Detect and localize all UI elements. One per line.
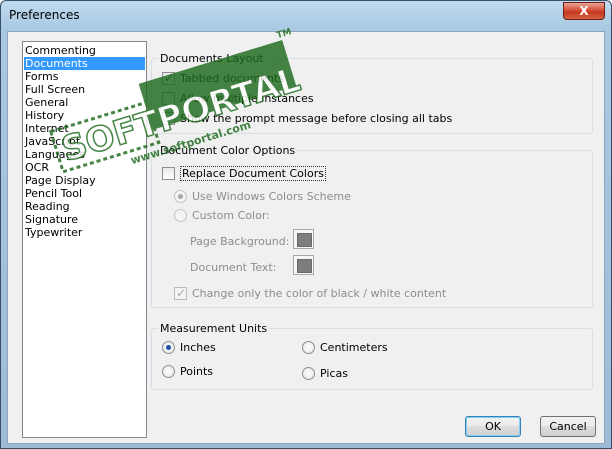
- color-options-title: Document Color Options: [158, 144, 298, 157]
- category-item-languages[interactable]: Languages: [24, 148, 145, 161]
- custom-color-radio[interactable]: [174, 209, 187, 222]
- close-button[interactable]: X: [563, 2, 605, 20]
- change-only-checkbox[interactable]: [174, 286, 187, 300]
- cancel-button[interactable]: Cancel: [540, 416, 596, 437]
- multiple-instances-label: Allow multiple instances: [180, 92, 314, 105]
- page-background-label: Page Background:: [190, 235, 290, 248]
- centimeters-radio[interactable]: [302, 341, 315, 354]
- category-item-documents[interactable]: Documents: [24, 57, 145, 70]
- document-text-color-button[interactable]: [293, 255, 314, 275]
- replace-colors-checkbox[interactable]: [162, 167, 175, 180]
- windows-scheme-radio[interactable]: [174, 190, 187, 203]
- tabbed-documents-checkbox[interactable]: [162, 71, 175, 85]
- tabbed-documents-label: Tabbed documents: [180, 72, 285, 85]
- prompt-before-closing-label: Show the prompt message before closing a…: [180, 112, 453, 125]
- category-item-pencil-tool[interactable]: Pencil Tool: [24, 187, 145, 200]
- points-radio[interactable]: [162, 365, 175, 378]
- change-only-label: Change only the color of black / white c…: [192, 287, 447, 300]
- picas-label: Picas: [320, 367, 348, 380]
- prompt-before-closing-checkbox[interactable]: [162, 112, 175, 125]
- category-item-full-screen[interactable]: Full Screen: [24, 83, 145, 96]
- documents-layout-title: Documents Layout: [158, 52, 266, 65]
- category-item-general[interactable]: General: [24, 96, 145, 109]
- close-icon: X: [579, 4, 589, 18]
- category-item-history[interactable]: History: [24, 109, 145, 122]
- ok-button[interactable]: OK: [465, 416, 521, 437]
- category-item-reading[interactable]: Reading: [24, 200, 145, 213]
- category-list[interactable]: Commenting Documents Forms Full Screen G…: [22, 41, 147, 438]
- multiple-instances-checkbox[interactable]: [162, 92, 175, 105]
- picas-radio[interactable]: [302, 367, 315, 380]
- category-item-page-display[interactable]: Page Display: [24, 174, 145, 187]
- category-item-ocr[interactable]: OCR: [24, 161, 145, 174]
- preferences-dialog: Preferences X Commenting Documents Forms…: [0, 0, 612, 449]
- centimeters-label: Centimeters: [320, 341, 388, 354]
- measurement-units-title: Measurement Units: [158, 322, 270, 335]
- category-item-signature[interactable]: Signature: [24, 213, 145, 226]
- category-item-typewriter[interactable]: Typewriter: [24, 226, 145, 239]
- points-label: Points: [180, 365, 214, 378]
- category-item-internet[interactable]: Internet: [24, 122, 145, 135]
- custom-color-label: Custom Color:: [192, 209, 270, 222]
- windows-scheme-label: Use Windows Colors Scheme: [192, 190, 351, 203]
- category-item-javascript[interactable]: JavaScript: [24, 135, 145, 148]
- page-background-color-button[interactable]: [293, 229, 314, 249]
- category-item-forms[interactable]: Forms: [24, 70, 145, 83]
- replace-colors-label: Replace Document Colors: [180, 166, 326, 181]
- inches-radio[interactable]: [162, 341, 175, 354]
- category-item-commenting[interactable]: Commenting: [24, 44, 145, 57]
- measurement-units-group: [151, 328, 593, 390]
- document-text-label: Document Text:: [190, 261, 277, 274]
- window-title: Preferences: [9, 8, 80, 22]
- inches-label: Inches: [180, 341, 216, 354]
- dialog-client-area: Commenting Documents Forms Full Screen G…: [7, 31, 605, 444]
